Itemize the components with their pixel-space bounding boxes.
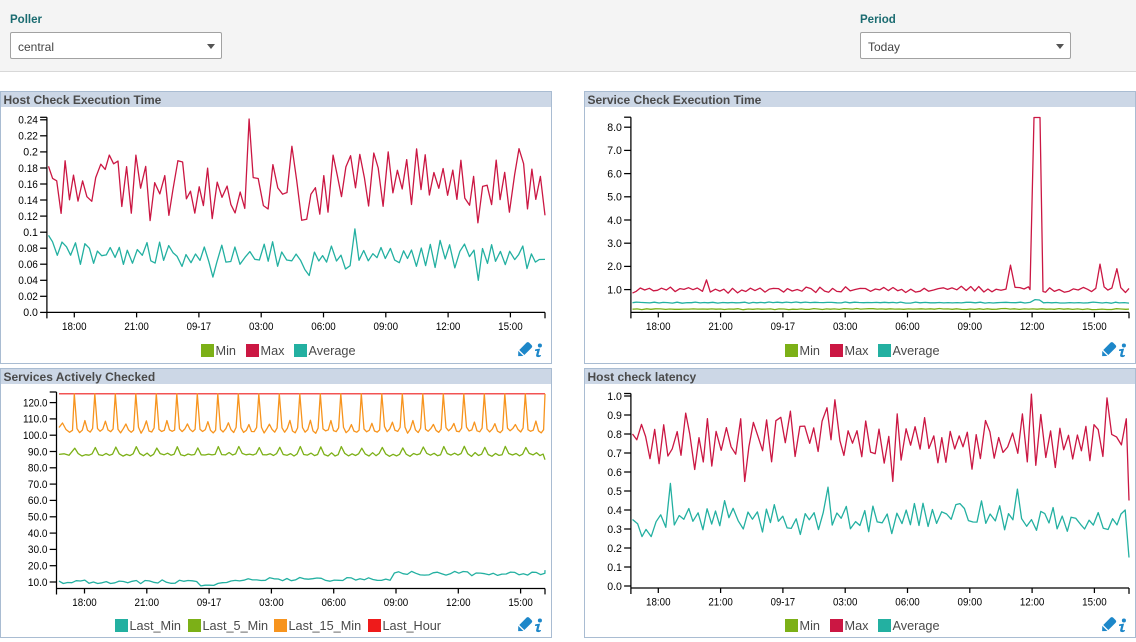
svg-text:0.3: 0.3 bbox=[607, 524, 622, 536]
svg-text:18:00: 18:00 bbox=[72, 597, 97, 609]
svg-text:90.0: 90.0 bbox=[28, 446, 48, 458]
svg-text:20.0: 20.0 bbox=[28, 561, 48, 573]
svg-text:110.0: 110.0 bbox=[23, 414, 48, 426]
svg-text:12:00: 12:00 bbox=[446, 597, 471, 609]
svg-text:09:00: 09:00 bbox=[374, 321, 399, 333]
svg-text:Max: Max bbox=[845, 619, 870, 633]
svg-text:100.0: 100.0 bbox=[23, 430, 48, 442]
svg-text:03:00: 03:00 bbox=[249, 321, 274, 333]
svg-text:0.2: 0.2 bbox=[607, 543, 622, 555]
svg-text:09-17: 09-17 bbox=[187, 321, 212, 333]
svg-text:0.18: 0.18 bbox=[18, 163, 38, 175]
svg-text:Average: Average bbox=[309, 344, 356, 358]
svg-text:30.0: 30.0 bbox=[28, 544, 48, 556]
svg-text:0.04: 0.04 bbox=[18, 275, 38, 287]
svg-text:0.12: 0.12 bbox=[18, 211, 38, 223]
svg-text:0.8: 0.8 bbox=[607, 429, 622, 441]
svg-text:21:00: 21:00 bbox=[135, 597, 160, 609]
svg-text:4.0: 4.0 bbox=[607, 215, 622, 227]
svg-text:0.4: 0.4 bbox=[607, 505, 622, 517]
svg-text:09:00: 09:00 bbox=[958, 597, 983, 609]
svg-text:Min: Min bbox=[800, 619, 820, 633]
svg-text:0.24: 0.24 bbox=[18, 115, 38, 127]
svg-text:03:00: 03:00 bbox=[259, 597, 284, 609]
svg-text:06:00: 06:00 bbox=[311, 321, 336, 333]
svg-text:2.0: 2.0 bbox=[607, 261, 622, 273]
svg-text:0.1: 0.1 bbox=[607, 562, 622, 574]
svg-text:0.02: 0.02 bbox=[18, 291, 38, 303]
svg-text:03:00: 03:00 bbox=[833, 597, 858, 609]
svg-text:80.0: 80.0 bbox=[28, 463, 48, 475]
svg-text:Last_Min: Last_Min bbox=[130, 619, 181, 633]
svg-text:06:00: 06:00 bbox=[321, 597, 346, 609]
svg-text:10.0: 10.0 bbox=[28, 577, 48, 589]
svg-text:8.0: 8.0 bbox=[607, 122, 622, 134]
svg-text:50.0: 50.0 bbox=[28, 512, 48, 524]
svg-text:09-17: 09-17 bbox=[771, 321, 796, 333]
svg-text:21:00: 21:00 bbox=[124, 321, 149, 333]
svg-text:15:00: 15:00 bbox=[498, 321, 523, 333]
svg-text:12:00: 12:00 bbox=[1020, 597, 1045, 609]
svg-text:Max: Max bbox=[261, 344, 286, 358]
svg-text:Min: Min bbox=[216, 344, 236, 358]
svg-text:60.0: 60.0 bbox=[28, 495, 48, 507]
svg-text:Average: Average bbox=[893, 619, 940, 633]
svg-text:40.0: 40.0 bbox=[28, 528, 48, 540]
svg-text:06:00: 06:00 bbox=[895, 597, 920, 609]
svg-text:70.0: 70.0 bbox=[28, 479, 48, 491]
svg-text:120.0: 120.0 bbox=[23, 397, 48, 409]
svg-text:03:00: 03:00 bbox=[833, 321, 858, 333]
svg-text:0.2: 0.2 bbox=[23, 147, 38, 159]
svg-text:06:00: 06:00 bbox=[895, 321, 920, 333]
svg-text:Max: Max bbox=[845, 344, 870, 358]
svg-text:09-17: 09-17 bbox=[197, 597, 222, 609]
svg-text:0.06: 0.06 bbox=[18, 259, 38, 271]
svg-text:0.5: 0.5 bbox=[607, 486, 622, 498]
svg-text:18:00: 18:00 bbox=[62, 321, 87, 333]
svg-text:21:00: 21:00 bbox=[708, 597, 733, 609]
svg-text:09:00: 09:00 bbox=[384, 597, 409, 609]
svg-text:0.0: 0.0 bbox=[607, 581, 622, 593]
svg-text:Average: Average bbox=[893, 344, 940, 358]
svg-text:1.0: 1.0 bbox=[607, 284, 622, 296]
svg-text:Last_5_Min: Last_5_Min bbox=[203, 619, 269, 633]
svg-text:0.08: 0.08 bbox=[18, 243, 38, 255]
svg-text:18:00: 18:00 bbox=[646, 597, 671, 609]
svg-text:15:00: 15:00 bbox=[508, 597, 533, 609]
svg-text:12:00: 12:00 bbox=[436, 321, 461, 333]
svg-text:5.0: 5.0 bbox=[607, 192, 622, 204]
svg-text:1.0: 1.0 bbox=[607, 391, 622, 403]
svg-text:0.1: 0.1 bbox=[23, 227, 38, 239]
svg-text:7.0: 7.0 bbox=[607, 145, 622, 157]
svg-text:6.0: 6.0 bbox=[607, 168, 622, 180]
svg-text:0.7: 0.7 bbox=[607, 448, 622, 460]
svg-text:12:00: 12:00 bbox=[1020, 321, 1045, 333]
svg-text:09:00: 09:00 bbox=[958, 321, 983, 333]
svg-text:Last_15_Min: Last_15_Min bbox=[289, 619, 362, 633]
svg-text:0.16: 0.16 bbox=[18, 179, 38, 191]
svg-text:21:00: 21:00 bbox=[708, 321, 733, 333]
svg-text:18:00: 18:00 bbox=[646, 321, 671, 333]
svg-text:15:00: 15:00 bbox=[1082, 597, 1107, 609]
svg-text:0.6: 0.6 bbox=[607, 467, 622, 479]
svg-text:Last_Hour: Last_Hour bbox=[383, 619, 442, 633]
svg-text:Min: Min bbox=[800, 344, 820, 358]
svg-text:0.0: 0.0 bbox=[23, 307, 38, 319]
svg-text:0.14: 0.14 bbox=[18, 195, 38, 207]
svg-text:3.0: 3.0 bbox=[607, 238, 622, 250]
svg-text:0.22: 0.22 bbox=[18, 131, 38, 143]
svg-text:09-17: 09-17 bbox=[771, 597, 796, 609]
svg-text:15:00: 15:00 bbox=[1082, 321, 1107, 333]
svg-text:0.9: 0.9 bbox=[607, 410, 622, 422]
